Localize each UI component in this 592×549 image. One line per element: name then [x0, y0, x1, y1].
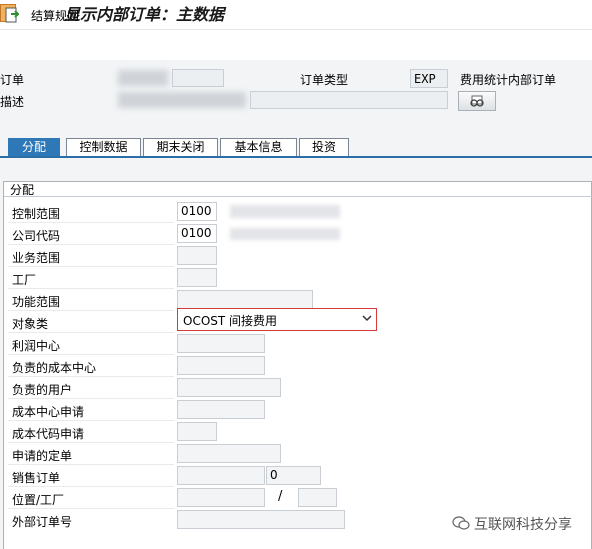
profit-center-label: 利润中心: [12, 339, 61, 353]
plant-label: 工厂: [12, 273, 37, 287]
page-title: 显示内部订单：主数据: [64, 5, 225, 24]
row-divider: [8, 244, 174, 245]
location-field[interactable]: [177, 488, 265, 507]
long-text-button[interactable]: [458, 91, 496, 111]
order-number-field[interactable]: [172, 69, 224, 87]
controlling-area-desc-redacted: [230, 205, 340, 218]
req-cost-center-field[interactable]: [177, 400, 265, 419]
wechat-icon: [452, 515, 470, 531]
location-plant-label: 位置/工厂: [12, 493, 65, 507]
glasses-icon: [470, 95, 484, 107]
req-company-code-field[interactable]: [177, 422, 217, 441]
toolbar: [0, 29, 592, 60]
location-separator: /: [278, 489, 283, 504]
order-label: 订单: [0, 73, 25, 87]
resp-cost-center-field[interactable]: [177, 356, 265, 375]
description-redacted: [118, 92, 246, 108]
watermark-text: 互联网科技分享: [474, 517, 572, 533]
plant-field[interactable]: [177, 268, 217, 287]
external-order-field[interactable]: [177, 510, 345, 529]
row-divider: [8, 288, 174, 289]
tab-general-data[interactable]: 基本信息: [220, 138, 297, 156]
tab-assignment[interactable]: 分配: [8, 138, 60, 156]
external-order-label: 外部订单号: [12, 515, 73, 529]
row-divider: [8, 354, 174, 355]
tab-investments[interactable]: 投资: [299, 138, 349, 156]
description-label: 描述: [0, 95, 25, 109]
business-area-field[interactable]: [177, 246, 217, 265]
row-divider: [8, 266, 174, 267]
order-type-description: 费用统计内部订单: [460, 73, 557, 87]
settlement-rule-icon[interactable]: [5, 7, 21, 23]
row-divider: [8, 310, 174, 311]
requesting-order-field[interactable]: [177, 444, 281, 463]
description-field[interactable]: [250, 91, 448, 109]
row-divider: [8, 420, 174, 421]
company-code-label: 公司代码: [12, 229, 61, 243]
tab-period-end-closing[interactable]: 期末关闭: [143, 138, 218, 156]
settlement-rule-button[interactable]: 结算规则: [31, 7, 79, 24]
sales-order-item-field[interactable]: 0: [266, 466, 321, 485]
resp-cost-center-label: 负责的成本中心: [12, 361, 97, 375]
sales-order-label: 销售订单: [12, 471, 61, 485]
row-divider: [8, 442, 174, 443]
row-divider: [8, 508, 174, 509]
company-code-desc-redacted: [230, 228, 340, 240]
chevron-down-icon[interactable]: [362, 312, 372, 325]
req-company-code-label: 成本代码申请: [12, 427, 85, 441]
row-divider: [8, 222, 174, 223]
requesting-order-label: 申请的定单: [12, 449, 73, 463]
section-divider: [4, 196, 592, 197]
location-plant-field[interactable]: [298, 488, 337, 507]
controlling-area-field[interactable]: 0100: [177, 202, 217, 221]
order-type-field[interactable]: EXP: [410, 69, 448, 88]
business-area-label: 业务范围: [12, 251, 61, 265]
row-divider: [8, 464, 174, 465]
company-code-field[interactable]: 0100: [177, 224, 217, 243]
tab-control-data[interactable]: 控制数据: [66, 138, 141, 156]
functional-area-label: 功能范围: [12, 295, 61, 309]
controlling-area-label: 控制范围: [12, 207, 61, 221]
row-divider: [8, 332, 174, 333]
profit-center-field[interactable]: [177, 334, 265, 353]
row-divider: [8, 486, 174, 487]
row-divider: [8, 398, 174, 399]
object-class-label: 对象类: [12, 317, 49, 331]
functional-area-field[interactable]: [177, 290, 313, 309]
req-cost-center-label: 成本中心申请: [12, 405, 85, 419]
object-class-value: OCOST 间接费用: [183, 314, 278, 328]
order-type-label: 订单类型: [300, 73, 349, 87]
resp-user-field[interactable]: [177, 378, 281, 397]
resp-user-label: 负责的用户: [12, 383, 73, 397]
row-divider: [8, 376, 174, 377]
sales-order-field[interactable]: [177, 466, 265, 485]
order-number-redacted: [118, 70, 168, 86]
object-class-select[interactable]: OCOST 间接费用: [177, 308, 377, 331]
